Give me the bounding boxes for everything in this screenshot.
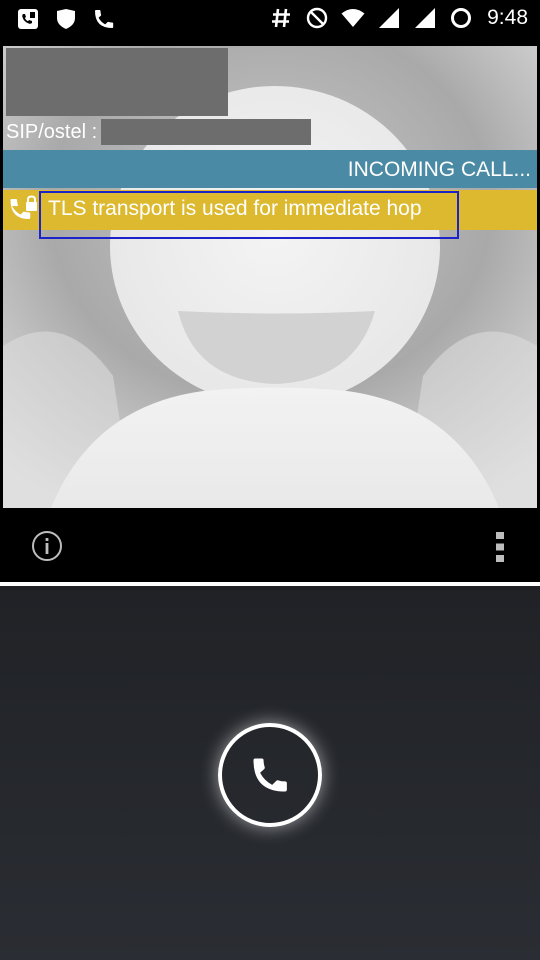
- answer-call-button[interactable]: [218, 723, 322, 827]
- phone-icon: [95, 10, 114, 28]
- call-action-bar: [3, 510, 537, 581]
- sip-label: SIP/ostel :: [6, 120, 98, 143]
- shield-icon: [57, 9, 75, 29]
- cell-signal-icon: [379, 8, 400, 28]
- sip-address-row: SIP/ostel :: [6, 118, 312, 146]
- status-bar: 9:48: [0, 0, 540, 40]
- info-icon[interactable]: [31, 530, 63, 562]
- sip-address-redacted: [101, 119, 312, 145]
- battery-ring-icon: [451, 8, 472, 28]
- wifi-icon: [341, 9, 365, 27]
- phone-icon: [253, 758, 287, 792]
- secure-call-lock-icon: [10, 195, 37, 219]
- cell-signal-2-icon: [415, 8, 436, 28]
- overflow-menu-icon[interactable]: [493, 530, 507, 564]
- security-message: TLS transport is used for immediate hop: [48, 197, 422, 220]
- status-time: 9:48: [487, 6, 528, 29]
- call-status-bar: INCOMING CALL...: [3, 150, 537, 188]
- call-status-text: INCOMING CALL...: [347, 158, 531, 181]
- hash-icon: [272, 8, 291, 28]
- caller-panel: SIP/ostel : INCOMING CALL... TLS transpo…: [3, 46, 537, 508]
- voicemail-icon: [18, 9, 38, 29]
- caller-name-redacted: [6, 48, 228, 116]
- security-banner: TLS transport is used for immediate hop: [3, 190, 537, 239]
- answer-pad: [0, 586, 540, 960]
- do-not-disturb-icon: [306, 7, 328, 29]
